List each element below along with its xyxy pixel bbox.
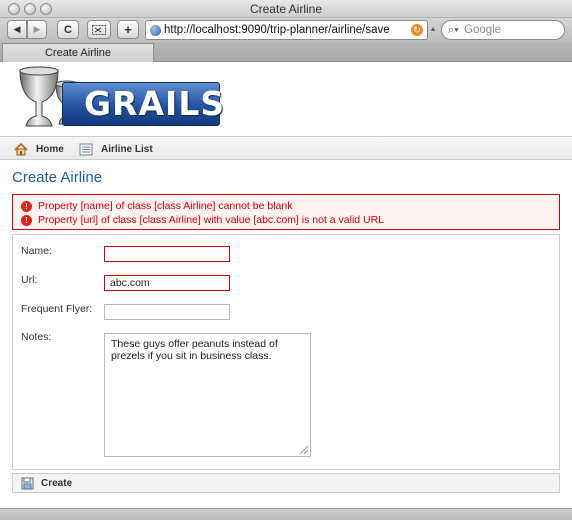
resize-grip-icon[interactable] [300, 446, 308, 454]
address-text: http://localhost:9090/trip-planner/airli… [164, 24, 390, 36]
button-bar: Create [12, 473, 560, 493]
page-title: Create Airline [12, 169, 103, 186]
tab-strip: Create Airline [0, 42, 572, 62]
error-messages: ! Property [name] of class [class Airlin… [12, 194, 560, 230]
window-title: Create Airline [249, 2, 323, 16]
home-link[interactable]: Home [14, 142, 64, 156]
search-placeholder: Google [464, 24, 502, 36]
refresh-page-icon[interactable]: ↻ [411, 24, 423, 36]
save-icon [21, 477, 34, 490]
status-bar [0, 508, 572, 520]
error-icon: ! [21, 200, 32, 212]
airline-list-link[interactable]: Airline List [79, 142, 153, 156]
globe-icon [150, 25, 161, 36]
error-text: Property [url] of class [class Airline] … [38, 214, 385, 226]
reload-button[interactable]: C [57, 20, 79, 39]
error-item: ! Property [url] of class [class Airline… [21, 213, 384, 227]
notes-textarea[interactable]: These guys offer peanuts instead of prez… [104, 333, 311, 457]
home-link-label: Home [36, 143, 64, 155]
search-field[interactable]: ⌕▾ Google [441, 20, 565, 40]
home-icon [14, 142, 28, 155]
airline-list-link-label: Airline List [101, 143, 153, 155]
list-icon [79, 143, 93, 155]
back-arrow-icon: ◀ [13, 24, 21, 34]
window-titlebar: Create Airline [0, 0, 572, 18]
plus-icon: + [124, 22, 132, 37]
search-icon: ⌕▾ [448, 24, 459, 36]
snapback-button[interactable] [87, 20, 111, 39]
error-icon: ! [21, 214, 32, 226]
error-text: Property [name] of class [class Airline]… [38, 200, 293, 212]
create-button-label: Create [41, 478, 73, 489]
tab-create-airline[interactable]: Create Airline [2, 43, 154, 62]
name-field[interactable] [104, 246, 230, 262]
notes-label: Notes: [21, 331, 52, 343]
nav-bar: Home Airline List [0, 136, 572, 160]
notes-text: These guys offer peanuts instead of prez… [111, 338, 278, 362]
logo-text: GRAILS [84, 84, 226, 123]
scissors-icon [92, 24, 106, 35]
grails-logo[interactable]: GRAILS [14, 66, 224, 132]
forward-arrow-icon: ▶ [33, 24, 41, 34]
forward-button[interactable]: ▶ [27, 20, 47, 39]
add-bookmark-button[interactable]: + [117, 20, 139, 39]
back-button[interactable]: ◀ [7, 20, 27, 39]
airline-form: Name: Url: abc.com Frequent Flyer: Notes… [12, 234, 560, 470]
caret-up-icon: ▴ [431, 24, 436, 33]
reload-icon: C [64, 23, 72, 36]
create-button[interactable]: Create [21, 477, 72, 490]
browser-toolbar: ◀ ▶ C + http://localhost:9090/trip-plann… [0, 18, 572, 42]
address-bar[interactable]: http://localhost:9090/trip-planner/airli… [145, 20, 428, 40]
page-content: GRAILS Home Airline List Create Airline … [0, 62, 572, 508]
frequent-flyer-label: Frequent Flyer: [21, 303, 93, 315]
url-label: Url: [21, 274, 38, 286]
name-label: Name: [21, 245, 52, 257]
url-field[interactable]: abc.com [104, 275, 230, 291]
error-item: ! Property [name] of class [class Airlin… [21, 199, 292, 213]
frequent-flyer-field[interactable] [104, 304, 230, 320]
